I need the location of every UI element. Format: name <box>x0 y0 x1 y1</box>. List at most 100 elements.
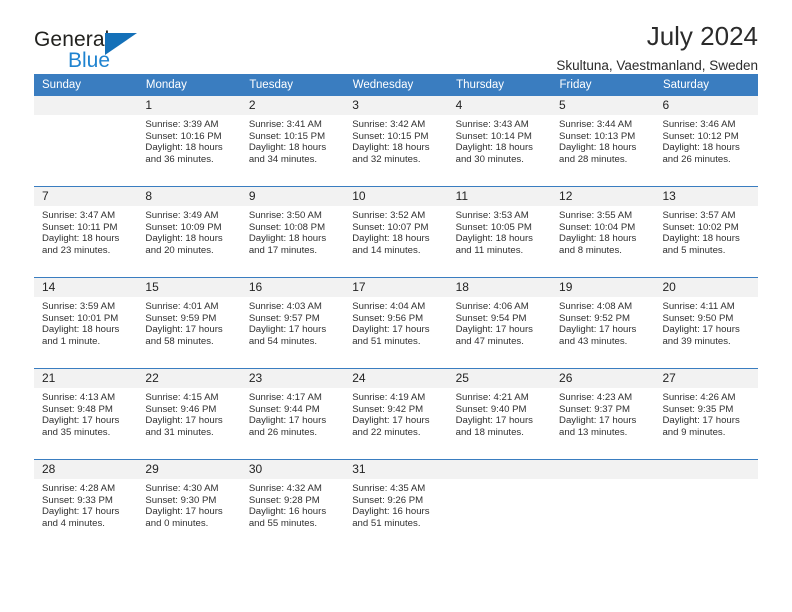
day-number: 21 <box>34 369 138 388</box>
day-cell[interactable]: 14 Sunrise: 3:59 AM Sunset: 10:01 PM Day… <box>34 277 138 369</box>
day-number: 6 <box>654 96 758 115</box>
daylight-text-line2: and 30 minutes. <box>455 153 524 165</box>
day-number: 17 <box>344 278 448 297</box>
day-cell[interactable]: 10 Sunrise: 3:52 AM Sunset: 10:07 PM Day… <box>344 186 448 278</box>
sunset-text: Sunset: 10:11 PM <box>42 221 118 233</box>
sunset-text: Sunset: 9:46 PM <box>145 403 217 415</box>
daylight-text-line1: Daylight: 18 hours <box>662 142 740 154</box>
day-info: Sunrise: 4:19 AM Sunset: 9:42 PM Dayligh… <box>344 388 447 438</box>
day-number <box>447 460 552 479</box>
weekday-header-saturday: Saturday <box>654 74 759 96</box>
day-cell[interactable]: 5 Sunrise: 3:44 AM Sunset: 10:13 PM Dayl… <box>551 96 655 187</box>
day-cell[interactable]: 25 Sunrise: 4:21 AM Sunset: 9:40 PM Dayl… <box>447 368 552 460</box>
calendar-header-row: Sunday Monday Tuesday Wednesday Thursday… <box>34 74 759 96</box>
day-info: Sunrise: 3:49 AM Sunset: 10:09 PM Daylig… <box>137 206 240 256</box>
daylight-text-line1: Daylight: 18 hours <box>352 233 430 245</box>
day-number: 31 <box>344 460 448 479</box>
daylight-text-line2: and 18 minutes. <box>455 426 524 438</box>
day-info: Sunrise: 4:08 AM Sunset: 9:52 PM Dayligh… <box>551 297 654 347</box>
sunrise-text: Sunrise: 3:59 AM <box>42 301 116 312</box>
day-number: 28 <box>34 460 138 479</box>
day-info: Sunrise: 4:21 AM Sunset: 9:40 PM Dayligh… <box>448 388 551 438</box>
day-cell[interactable]: 12 Sunrise: 3:55 AM Sunset: 10:04 PM Day… <box>551 186 655 278</box>
calendar-week-row: 21 Sunrise: 4:13 AM Sunset: 9:48 PM Dayl… <box>34 368 758 460</box>
day-info: Sunrise: 3:59 AM Sunset: 10:01 PM Daylig… <box>34 297 137 347</box>
sunset-text: Sunset: 9:54 PM <box>455 312 527 324</box>
sunset-text: Sunset: 9:40 PM <box>455 403 527 415</box>
day-cell[interactable] <box>34 96 138 187</box>
daylight-text-line1: Daylight: 18 hours <box>248 233 327 245</box>
day-cell[interactable]: 1 Sunrise: 3:39 AM Sunset: 10:16 PM Dayl… <box>137 96 241 187</box>
sunrise-text: Sunrise: 4:04 AM <box>352 301 426 312</box>
day-cell[interactable]: 16 Sunrise: 4:03 AM Sunset: 9:57 PM Dayl… <box>240 277 345 369</box>
day-cell[interactable]: 11 Sunrise: 3:53 AM Sunset: 10:05 PM Day… <box>447 186 552 278</box>
day-cell[interactable]: 28 Sunrise: 4:28 AM Sunset: 9:33 PM Dayl… <box>34 459 138 550</box>
day-number: 13 <box>654 187 758 206</box>
day-number: 7 <box>34 187 138 206</box>
sunrise-text: Sunrise: 4:26 AM <box>662 392 736 403</box>
day-info: Sunrise: 4:15 AM Sunset: 9:46 PM Dayligh… <box>137 388 240 438</box>
sunset-text: Sunset: 9:42 PM <box>352 403 424 415</box>
day-number: 4 <box>447 96 552 115</box>
day-cell[interactable]: 6 Sunrise: 3:46 AM Sunset: 10:12 PM Dayl… <box>654 96 758 187</box>
day-info: Sunrise: 4:28 AM Sunset: 9:33 PM Dayligh… <box>34 479 137 529</box>
daylight-text-line2: and 1 minute. <box>42 335 101 347</box>
day-number: 15 <box>137 278 241 297</box>
day-cell[interactable]: 20 Sunrise: 4:11 AM Sunset: 9:50 PM Dayl… <box>654 277 758 369</box>
day-cell[interactable]: 8 Sunrise: 3:49 AM Sunset: 10:09 PM Dayl… <box>137 186 241 278</box>
sunset-text: Sunset: 9:52 PM <box>559 312 630 324</box>
day-info: Sunrise: 3:43 AM Sunset: 10:14 PM Daylig… <box>448 115 551 165</box>
day-cell[interactable]: 22 Sunrise: 4:15 AM Sunset: 9:46 PM Dayl… <box>137 368 241 460</box>
day-cell[interactable]: 4 Sunrise: 3:43 AM Sunset: 10:14 PM Dayl… <box>447 96 552 187</box>
sunrise-text: Sunrise: 3:57 AM <box>662 210 736 221</box>
day-cell[interactable]: 29 Sunrise: 4:30 AM Sunset: 9:30 PM Dayl… <box>137 459 241 550</box>
daylight-text-line1: Daylight: 17 hours <box>662 415 740 427</box>
day-number: 24 <box>344 369 448 388</box>
day-cell[interactable]: 17 Sunrise: 4:04 AM Sunset: 9:56 PM Dayl… <box>344 277 448 369</box>
day-info: Sunrise: 3:39 AM Sunset: 10:16 PM Daylig… <box>137 115 240 165</box>
sunrise-text: Sunrise: 4:17 AM <box>248 392 322 403</box>
title-block: July 2024 Skultuna, Vaestmanland, Sweden <box>556 20 758 76</box>
day-cell[interactable]: 18 Sunrise: 4:06 AM Sunset: 9:54 PM Dayl… <box>447 277 552 369</box>
day-cell[interactable]: 2 Sunrise: 3:41 AM Sunset: 10:15 PM Dayl… <box>240 96 345 187</box>
day-number: 1 <box>137 96 241 115</box>
daylight-text-line2: and 51 minutes. <box>352 335 421 347</box>
daylight-text-line1: Daylight: 18 hours <box>559 142 637 154</box>
general-blue-logo[interactable]: General Blue <box>34 28 234 76</box>
day-info <box>654 479 757 483</box>
logo-text-blue: Blue <box>68 49 111 72</box>
day-cell[interactable]: 15 Sunrise: 4:01 AM Sunset: 9:59 PM Dayl… <box>137 277 241 369</box>
day-cell[interactable]: 31 Sunrise: 4:35 AM Sunset: 9:26 PM Dayl… <box>344 459 448 550</box>
day-cell[interactable]: 24 Sunrise: 4:19 AM Sunset: 9:42 PM Dayl… <box>344 368 448 460</box>
day-cell[interactable]: 9 Sunrise: 3:50 AM Sunset: 10:08 PM Dayl… <box>240 186 345 278</box>
day-cell[interactable]: 23 Sunrise: 4:17 AM Sunset: 9:44 PM Dayl… <box>240 368 345 460</box>
day-cell[interactable]: 3 Sunrise: 3:42 AM Sunset: 10:15 PM Dayl… <box>344 96 448 187</box>
sunrise-text: Sunrise: 4:15 AM <box>145 392 219 403</box>
daylight-text-line2: and 28 minutes. <box>559 153 628 165</box>
day-cell[interactable]: 30 Sunrise: 4:32 AM Sunset: 9:28 PM Dayl… <box>240 459 345 550</box>
day-cell[interactable] <box>654 459 758 550</box>
daylight-text-line2: and 17 minutes. <box>248 244 318 256</box>
day-cell[interactable]: 7 Sunrise: 3:47 AM Sunset: 10:11 PM Dayl… <box>34 186 138 278</box>
daylight-text-line2: and 0 minutes. <box>145 517 209 529</box>
day-cell[interactable]: 13 Sunrise: 3:57 AM Sunset: 10:02 PM Day… <box>654 186 758 278</box>
daylight-text-line1: Daylight: 17 hours <box>559 415 637 427</box>
day-number: 8 <box>137 187 241 206</box>
sunset-text: Sunset: 9:30 PM <box>145 494 217 506</box>
day-number: 27 <box>654 369 758 388</box>
weekday-header-sunday: Sunday <box>34 74 138 96</box>
sunset-text: Sunset: 10:13 PM <box>559 130 636 142</box>
calendar-page: General Blue July 2024 Skultuna, Vaestma… <box>0 0 792 612</box>
sunset-text: Sunset: 9:37 PM <box>559 403 630 415</box>
calendar-week-row: 7 Sunrise: 3:47 AM Sunset: 10:11 PM Dayl… <box>34 186 758 278</box>
day-info: Sunrise: 3:50 AM Sunset: 10:08 PM Daylig… <box>241 206 344 256</box>
day-cell[interactable]: 19 Sunrise: 4:08 AM Sunset: 9:52 PM Dayl… <box>551 277 655 369</box>
day-cell[interactable]: 27 Sunrise: 4:26 AM Sunset: 9:35 PM Dayl… <box>654 368 758 460</box>
day-cell[interactable] <box>551 459 655 550</box>
day-cell[interactable]: 26 Sunrise: 4:23 AM Sunset: 9:37 PM Dayl… <box>551 368 655 460</box>
day-cell[interactable] <box>447 459 552 550</box>
daylight-text-line2: and 55 minutes. <box>248 517 318 529</box>
calendar-body: 1 Sunrise: 3:39 AM Sunset: 10:16 PM Dayl… <box>34 96 758 550</box>
sunrise-text: Sunrise: 3:42 AM <box>352 119 426 130</box>
day-cell[interactable]: 21 Sunrise: 4:13 AM Sunset: 9:48 PM Dayl… <box>34 368 138 460</box>
